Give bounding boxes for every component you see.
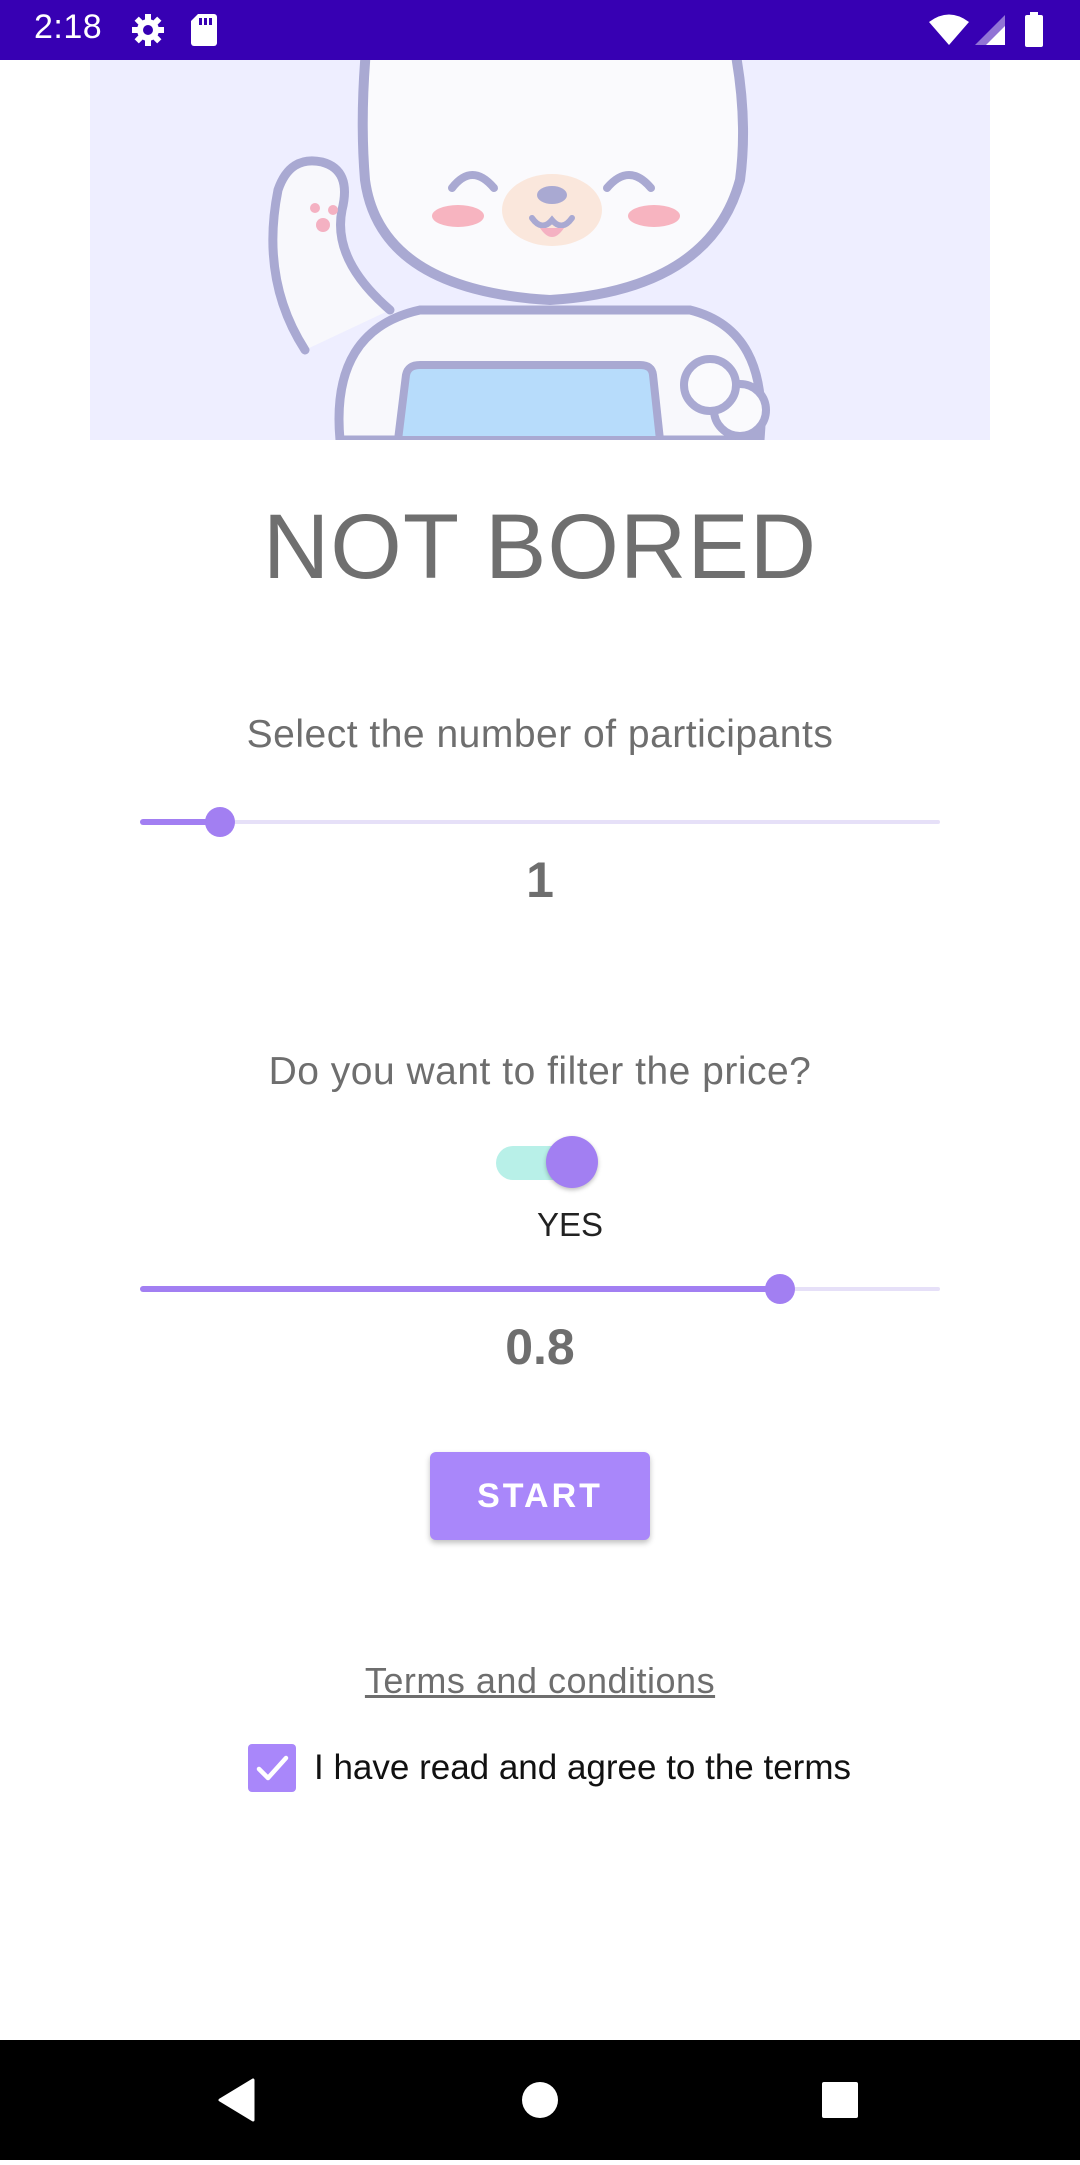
- switch-label: YES: [536, 1206, 604, 1243]
- app-title: NOT BORED: [262, 496, 818, 598]
- slider-fill: [140, 1286, 780, 1292]
- home-button[interactable]: [480, 2040, 600, 2160]
- status-time: 2:18: [34, 8, 103, 46]
- check-icon: [256, 1755, 289, 1781]
- navigation-bar: [0, 2040, 1080, 2160]
- price-value: 0.8: [505, 1319, 575, 1375]
- status-bar: 2:18: [0, 0, 1080, 60]
- home-icon: [522, 2082, 558, 2118]
- recents-icon: [822, 2082, 858, 2118]
- back-button[interactable]: [178, 2040, 298, 2160]
- terms-link[interactable]: Terms and conditions: [0, 1660, 1080, 1702]
- bear-illustration: [268, 60, 770, 440]
- participants-value: 1: [526, 852, 554, 908]
- price-filter-question: Do you want to filter the price?: [268, 1050, 812, 1093]
- participants-slider[interactable]: [140, 802, 940, 842]
- settings-icon: [130, 12, 166, 53]
- agree-checkbox[interactable]: [248, 1744, 296, 1792]
- slider-thumb[interactable]: [205, 807, 235, 837]
- wifi-icon: [928, 14, 970, 51]
- cell-signal-icon: [974, 14, 1006, 51]
- agree-label: I have read and agree to the terms: [314, 1748, 851, 1787]
- battery-icon: [1024, 12, 1044, 53]
- start-button[interactable]: START: [430, 1452, 650, 1540]
- recents-button[interactable]: [780, 2040, 900, 2160]
- switch-thumb: [546, 1136, 598, 1188]
- sd-card-icon: [190, 12, 218, 53]
- participants-label: Select the number of participants: [246, 713, 834, 756]
- slider-thumb[interactable]: [765, 1274, 795, 1304]
- price-filter-switch[interactable]: [496, 1136, 600, 1188]
- hero-image: [90, 60, 990, 440]
- price-slider[interactable]: [140, 1269, 940, 1309]
- slider-track: [140, 820, 940, 824]
- back-icon: [218, 2078, 255, 2122]
